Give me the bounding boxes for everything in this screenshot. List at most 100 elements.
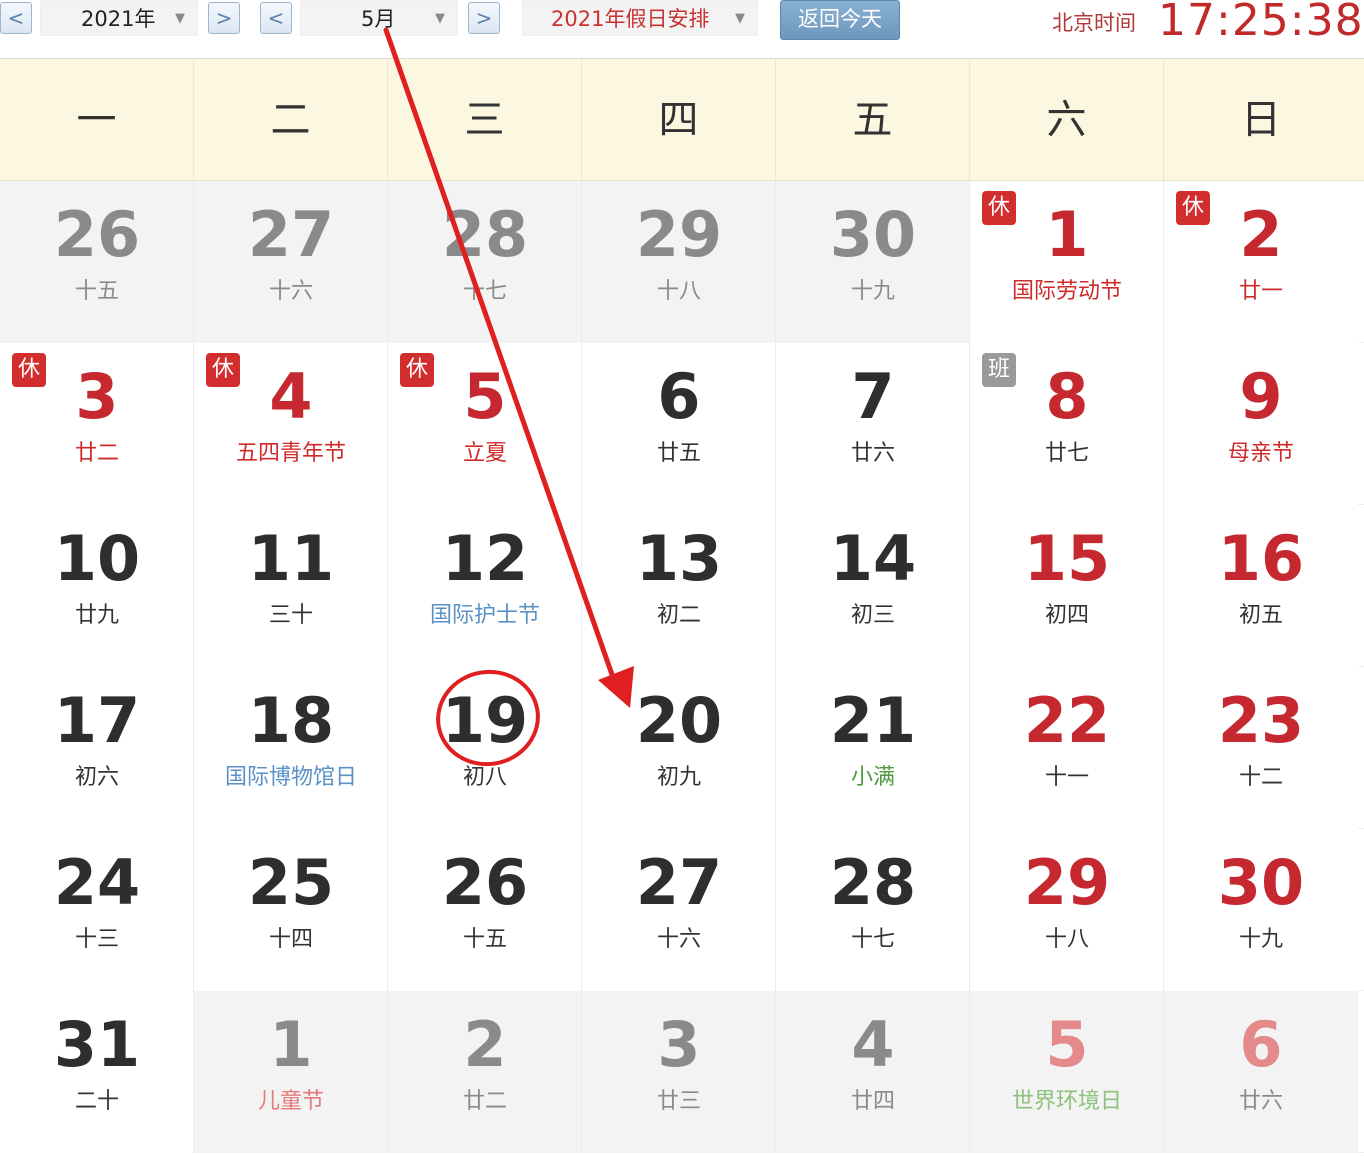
day-cell[interactable]: 2 廿二 xyxy=(388,991,582,1153)
day-number: 13 xyxy=(635,522,723,595)
lunar-label: 国际劳动节 xyxy=(1011,279,1122,304)
prev-month-button[interactable]: < xyxy=(260,2,292,34)
day-number: 27 xyxy=(247,198,335,271)
day-cell[interactable]: 休 4 五四青年节 xyxy=(194,343,388,505)
chevron-right-icon: > xyxy=(475,6,493,30)
lunar-label: 十五 xyxy=(74,279,119,304)
day-cell[interactable]: 19 初八 xyxy=(388,667,582,829)
chevron-down-icon: ▼ xyxy=(435,11,445,26)
lunar-label: 国际护士节 xyxy=(429,603,540,628)
day-cell[interactable]: 班 8 廿七 xyxy=(970,343,1164,505)
day-number: 30 xyxy=(829,198,917,271)
day-cell[interactable]: 6 廿五 xyxy=(582,343,776,505)
day-cell[interactable]: 26 十五 xyxy=(388,829,582,991)
day-cell[interactable]: 27 十六 xyxy=(582,829,776,991)
next-year-button[interactable]: > xyxy=(208,2,240,34)
month-select-value: 5月 xyxy=(361,7,396,31)
day-number: 6 xyxy=(1239,1008,1283,1081)
day-number: 19 xyxy=(441,684,529,757)
lunar-label: 初六 xyxy=(74,765,119,790)
lunar-label: 初五 xyxy=(1238,603,1283,628)
day-number: 18 xyxy=(247,684,335,757)
day-cell[interactable]: 休 3 廿二 xyxy=(0,343,194,505)
day-number: 5 xyxy=(1045,1008,1089,1081)
year-select-value: 2021年 xyxy=(81,7,156,31)
day-cell[interactable]: 9 母亲节 xyxy=(1164,343,1358,505)
day-cell[interactable]: 休 2 廿一 xyxy=(1164,181,1358,343)
day-number: 16 xyxy=(1217,522,1305,595)
day-cell[interactable]: 11 三十 xyxy=(194,505,388,667)
lunar-label: 小满 xyxy=(850,765,895,790)
lunar-label: 十四 xyxy=(268,927,313,952)
year-select[interactable]: 2021年 ▼ xyxy=(40,0,198,36)
day-cell[interactable]: 12 国际护士节 xyxy=(388,505,582,667)
holiday-select[interactable]: 2021年假日安排 ▼ xyxy=(522,0,758,36)
weekday-fri: 五 xyxy=(776,59,970,181)
day-cell[interactable]: 休 5 立夏 xyxy=(388,343,582,505)
day-cell[interactable]: 28 十七 xyxy=(776,829,970,991)
lunar-label: 十七 xyxy=(462,279,507,304)
calendar-app: < 2021年 ▼ > < 5月 ▼ > 2021年假日安排 ▼ 返回今天 北京… xyxy=(0,0,1364,1156)
next-month-button[interactable]: > xyxy=(468,2,500,34)
day-cell[interactable]: 25 十四 xyxy=(194,829,388,991)
day-cell[interactable]: 23 十二 xyxy=(1164,667,1358,829)
calendar-toolbar: < 2021年 ▼ > < 5月 ▼ > 2021年假日安排 ▼ 返回今天 北京… xyxy=(0,0,1364,50)
day-number: 21 xyxy=(829,684,917,757)
day-cell[interactable]: 17 初六 xyxy=(0,667,194,829)
day-cell[interactable]: 24 十三 xyxy=(0,829,194,991)
weekday-sat: 六 xyxy=(970,59,1164,181)
day-cell[interactable]: 29 十八 xyxy=(970,829,1164,991)
week-row: 31 二十 1 儿童节 2 廿二 3 廿三 4 廿四 5 世界环境日 6 廿六 xyxy=(0,991,1364,1153)
day-cell[interactable]: 30 十九 xyxy=(776,181,970,343)
day-cell[interactable]: 13 初二 xyxy=(582,505,776,667)
day-cell[interactable]: 20 初九 xyxy=(582,667,776,829)
day-number: 14 xyxy=(829,522,917,595)
day-cell[interactable]: 6 廿六 xyxy=(1164,991,1358,1153)
lunar-label: 三十 xyxy=(268,603,313,628)
day-cell[interactable]: 16 初五 xyxy=(1164,505,1358,667)
day-number: 17 xyxy=(53,684,141,757)
lunar-label: 廿五 xyxy=(656,441,701,466)
day-number: 7 xyxy=(851,360,895,433)
day-cell[interactable]: 5 世界环境日 xyxy=(970,991,1164,1153)
day-number: 22 xyxy=(1023,684,1111,757)
day-cell[interactable]: 29 十八 xyxy=(582,181,776,343)
calendar-grid: 一 二 三 四 五 六 日 26 十五 27 十六 28 十七 29 十八 30 十九休 1 国际劳动… xyxy=(0,58,1364,1156)
day-cell[interactable]: 1 儿童节 xyxy=(194,991,388,1153)
day-number: 3 xyxy=(657,1008,701,1081)
day-number: 4 xyxy=(269,360,313,433)
lunar-label: 十九 xyxy=(850,279,895,304)
chevron-right-icon: > xyxy=(215,6,233,30)
day-cell[interactable]: 休 1 国际劳动节 xyxy=(970,181,1164,343)
day-cell[interactable]: 10 廿九 xyxy=(0,505,194,667)
day-number: 15 xyxy=(1023,522,1111,595)
day-cell[interactable]: 15 初四 xyxy=(970,505,1164,667)
month-select[interactable]: 5月 ▼ xyxy=(300,0,458,36)
day-cell[interactable]: 27 十六 xyxy=(194,181,388,343)
lunar-label: 十二 xyxy=(1238,765,1283,790)
day-number: 1 xyxy=(1045,198,1089,271)
day-cell[interactable]: 26 十五 xyxy=(0,181,194,343)
day-cell[interactable]: 22 十一 xyxy=(970,667,1164,829)
day-number: 4 xyxy=(851,1008,895,1081)
day-number: 8 xyxy=(1045,360,1089,433)
chevron-down-icon: ▼ xyxy=(735,11,745,26)
prev-year-button[interactable]: < xyxy=(0,2,32,34)
weekday-header: 一 二 三 四 五 六 日 xyxy=(0,59,1364,181)
day-cell[interactable]: 28 十七 xyxy=(388,181,582,343)
day-cell[interactable]: 4 廿四 xyxy=(776,991,970,1153)
day-cell[interactable]: 31 二十 xyxy=(0,991,194,1153)
day-cell[interactable]: 18 国际博物馆日 xyxy=(194,667,388,829)
lunar-label: 廿六 xyxy=(1238,1089,1283,1114)
lunar-label: 五四青年节 xyxy=(235,441,346,466)
day-cell[interactable]: 14 初三 xyxy=(776,505,970,667)
day-number: 28 xyxy=(829,846,917,919)
back-to-today-button[interactable]: 返回今天 xyxy=(780,0,900,40)
day-cell[interactable]: 7 廿六 xyxy=(776,343,970,505)
day-cell[interactable]: 21 小满 xyxy=(776,667,970,829)
week-row: 10 廿九 11 三十 12 国际护士节 13 初二 14 初三 15 初四 16 初五 xyxy=(0,505,1364,667)
day-cell[interactable]: 30 十九 xyxy=(1164,829,1358,991)
lunar-label: 廿一 xyxy=(1238,279,1283,304)
day-cell[interactable]: 3 廿三 xyxy=(582,991,776,1153)
lunar-label: 初九 xyxy=(656,765,701,790)
